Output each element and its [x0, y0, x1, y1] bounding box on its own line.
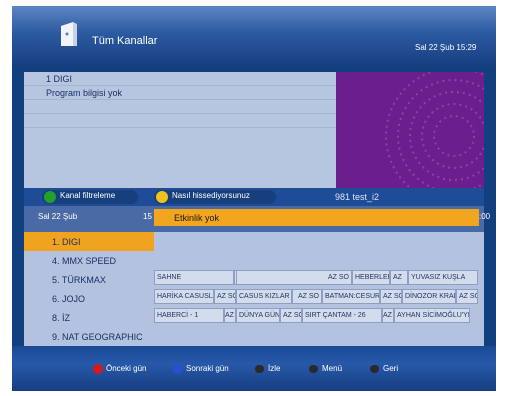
red-key-icon [93, 364, 103, 374]
info-channel: 1 DIGI [46, 74, 73, 84]
timeline-date: Sal 22 Şub [38, 212, 78, 221]
channel-filter-button[interactable]: Kanal filtreleme [42, 190, 138, 204]
epg-cell[interactable]: AZ [224, 308, 236, 323]
epg-cell[interactable]: SAHNE [154, 270, 234, 285]
current-event-label: Etkinlik yok [174, 213, 220, 223]
page-title: Tüm Kanallar [92, 35, 158, 47]
epg-cell[interactable]: CASUS KIZLAR [236, 289, 292, 304]
program-info-panel: 1 DIGI Program bilgisi yok [24, 72, 336, 188]
channel-item[interactable]: 4. MMX SPEED [24, 251, 154, 270]
filter-bar: Kanal filtreleme Nasıl hissediyorsunuz [24, 188, 484, 206]
channel-list: 1. DIGI 4. MMX SPEED 5. TÜRKMAX 6. JOJO … [24, 232, 154, 346]
epg-cell[interactable]: AZ SO [280, 308, 302, 323]
epg-cell[interactable]: AZ [390, 270, 408, 285]
epg-cell[interactable]: AZ SO [214, 289, 236, 304]
epg-cell[interactable]: YUVASIZ KUŞLA [408, 270, 478, 285]
epg-cell[interactable]: AYHAN SİCİMOĞLU'YL [394, 308, 470, 323]
epg-cell[interactable]: DÜNYA GÜN [236, 308, 280, 323]
channel-item[interactable]: 6. JOJO [24, 289, 154, 308]
epg-cell[interactable]: SIRT ÇANTAM - 26 [302, 308, 382, 323]
epg-cell[interactable]: AZ [382, 308, 394, 323]
video-preview [336, 72, 484, 188]
top-bar: Tüm Kanallar Sal 22 Şub 15:29 [12, 6, 496, 66]
channel-item[interactable]: 8. İZ [24, 308, 154, 327]
status-message: 981 test_i2 [335, 192, 380, 202]
bottom-bar [12, 346, 496, 391]
menu-key-icon [309, 365, 318, 373]
epg-cell[interactable]: HEBERLER [352, 270, 390, 285]
blue-key-icon [173, 364, 183, 374]
yellow-key-icon [156, 191, 168, 203]
ok-key-icon [255, 365, 264, 373]
back-key-icon [370, 365, 379, 373]
epg-cell[interactable]: BATMAN:CESUR [322, 289, 380, 304]
timeline-time-start: 15 [143, 212, 152, 221]
channel-item[interactable]: 1. DIGI [24, 232, 154, 251]
epg-cell[interactable]: HABERCİ - 1 [154, 308, 224, 323]
epg-cell[interactable]: AZ SO [236, 270, 352, 285]
preview-pattern [385, 72, 484, 188]
mood-button[interactable]: Nasıl hissediyorsunuz [154, 190, 276, 204]
epg-cell[interactable]: AZ SO [292, 289, 322, 304]
date-time: Sal 22 Şub 15:29 [415, 43, 477, 52]
epg-cell[interactable]: DİNOZOR KRALI [402, 289, 456, 304]
timeline-time-end: :00 [479, 212, 491, 221]
epg-grid: SAHNE AZ SO HEBERLER AZ YUVASIZ KUŞLA HA… [154, 232, 484, 346]
epg-cell[interactable]: HARİKA CASUSLA [154, 289, 214, 304]
tv-screen: Tüm Kanallar Sal 22 Şub 15:29 1 DIGI Pro… [12, 6, 496, 391]
info-program: Program bilgisi yok [46, 88, 123, 98]
epg-cell[interactable]: AZ SO [456, 289, 478, 304]
green-key-icon [44, 191, 56, 203]
channel-item[interactable]: 5. TÜRKMAX [24, 270, 154, 289]
epg-cell[interactable]: AZ SO [380, 289, 402, 304]
channel-item[interactable]: 9. NAT GEOGRAPHIC [24, 327, 154, 346]
tv-folder-icon [61, 22, 77, 46]
